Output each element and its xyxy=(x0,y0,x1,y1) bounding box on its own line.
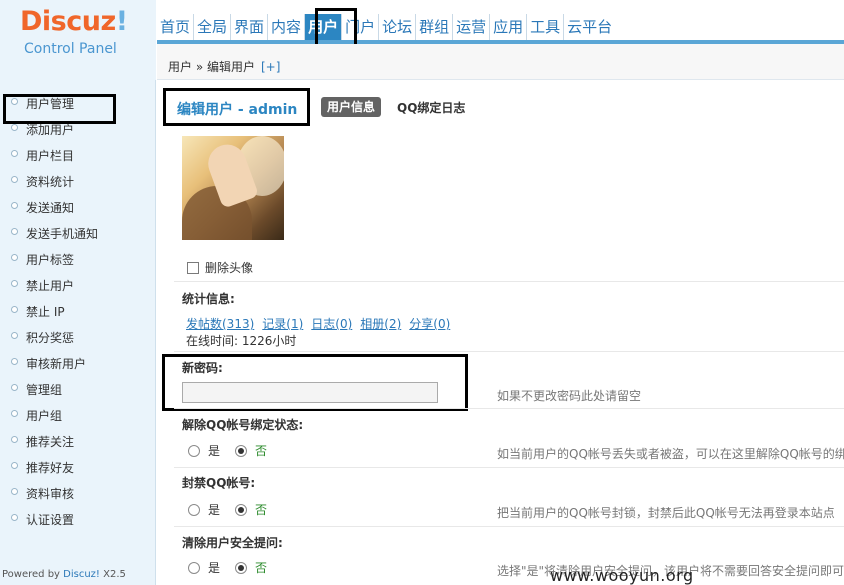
stats-links: 发帖数(313) 记录(1) 日志(0) 相册(2) 分享(0) xyxy=(186,315,450,332)
nav-group[interactable]: 群组 xyxy=(416,14,454,40)
nav-apps[interactable]: 应用 xyxy=(490,14,528,40)
bullet-icon xyxy=(11,280,18,287)
breadcrumb-path: 用户 » 编辑用户 xyxy=(168,60,255,74)
sidebar-menu: 用户管理 添加用户 用户栏目 资料统计 发送通知 发送手机通知 用户标签 禁止用… xyxy=(0,91,156,533)
divider xyxy=(174,351,844,352)
bullet-icon xyxy=(11,332,18,339)
sidebar: 用户管理 添加用户 用户栏目 资料统计 发送通知 发送手机通知 用户标签 禁止用… xyxy=(0,80,156,585)
sidebar-item-ban-user[interactable]: 禁止用户 xyxy=(0,273,156,299)
annotation-box-sidebar xyxy=(3,94,116,124)
main-content: 编辑用户 - admin 用户信息 QQ绑定日志 删除头像 统计信息: 发帖数(… xyxy=(157,81,844,585)
bullet-icon xyxy=(11,124,18,131)
clear-question-radios: 是 否 xyxy=(188,559,282,576)
breadcrumb: 用户 » 编辑用户 [+] xyxy=(168,58,280,75)
bullet-icon xyxy=(11,228,18,235)
sidebar-item-ban-ip[interactable]: 禁止 IP xyxy=(0,299,156,325)
online-time: 在线时间: 1226小时 xyxy=(186,334,297,348)
nav-interface[interactable]: 界面 xyxy=(231,14,269,40)
clear-question-label: 清除用户安全提问: xyxy=(182,536,283,550)
unbind-qq-tip: 如当前用户的QQ帐号丢失或者被盗，可以在这里解除QQ帐号的绑 xyxy=(497,447,844,461)
ban-qq-label: 封禁QQ帐号: xyxy=(182,476,256,490)
sidebar-item-user-tags[interactable]: 用户标签 xyxy=(0,247,156,273)
divider xyxy=(174,281,844,282)
breadcrumb-bar: 用户 » 编辑用户 [+] xyxy=(157,44,844,80)
sidebar-item-user-columns[interactable]: 用户栏目 xyxy=(0,143,156,169)
unbind-no-radio[interactable] xyxy=(235,444,248,457)
password-tip: 如果不更改密码此处请留空 xyxy=(497,389,642,403)
bullet-icon xyxy=(11,202,18,209)
bullet-icon xyxy=(11,358,18,365)
tab-qq-bind-log[interactable]: QQ绑定日志 xyxy=(397,99,465,116)
ban-qq-tip: 把当前用户的QQ帐号封锁，封禁后此QQ帐号无法再登录本站点 xyxy=(497,506,835,520)
sidebar-item-profile-stats[interactable]: 资料统计 xyxy=(0,169,156,195)
nav-content[interactable]: 内容 xyxy=(268,14,306,40)
avatar xyxy=(182,136,284,240)
bullet-icon xyxy=(11,410,18,417)
sidebar-item-profile-review[interactable]: 资料审核 xyxy=(0,481,156,507)
new-password-input[interactable] xyxy=(182,382,438,403)
bullet-icon xyxy=(11,384,18,391)
bullet-icon xyxy=(11,176,18,183)
stat-link-shares[interactable]: 分享(0) xyxy=(409,315,450,332)
sidebar-item-send-notice[interactable]: 发送通知 xyxy=(0,195,156,221)
bullet-icon xyxy=(11,488,18,495)
sidebar-item-moderate-users[interactable]: 审核新用户 xyxy=(0,351,156,377)
divider xyxy=(174,467,844,468)
nav-home[interactable]: 首页 xyxy=(157,14,195,40)
unbind-yes-radio[interactable] xyxy=(188,444,200,457)
top-nav: 首页 全局 界面 内容 用户 门户 论坛 群组 运营 应用 工具 云平台 xyxy=(157,14,615,40)
ban-yes-radio[interactable] xyxy=(188,503,200,516)
logo-subtitle: Control Panel xyxy=(24,41,117,57)
nav-global[interactable]: 全局 xyxy=(194,14,232,40)
bullet-icon xyxy=(11,150,18,157)
logo[interactable]: Discuz! Control Panel xyxy=(0,0,156,80)
page-title: 编辑用户 - admin xyxy=(177,102,298,118)
watermark: www.wooyun.org xyxy=(550,566,694,585)
sidebar-item-admin-groups[interactable]: 管理组 xyxy=(0,377,156,403)
logo-wordmark: Discuz! xyxy=(20,6,128,37)
sidebar-item-verification[interactable]: 认证设置 xyxy=(0,507,156,533)
clear-yes-radio[interactable] xyxy=(188,561,200,574)
bullet-icon xyxy=(11,254,18,261)
stat-link-posts[interactable]: 发帖数(313) xyxy=(186,315,254,332)
breadcrumb-add-button[interactable]: [+] xyxy=(261,60,280,74)
bullet-icon xyxy=(11,306,18,313)
password-label: 新密码: xyxy=(182,361,223,375)
stat-link-blogs[interactable]: 日志(0) xyxy=(311,315,352,332)
divider xyxy=(174,526,844,527)
sidebar-item-recommend-follow[interactable]: 推荐关注 xyxy=(0,429,156,455)
header: Discuz! Control Panel 首页 全局 界面 内容 用户 门户 … xyxy=(0,0,844,80)
nav-cloud[interactable]: 云平台 xyxy=(564,14,615,40)
sidebar-item-user-groups[interactable]: 用户组 xyxy=(0,403,156,429)
nav-tools[interactable]: 工具 xyxy=(527,14,565,40)
tab-user-info[interactable]: 用户信息 xyxy=(321,97,382,117)
powered-by: Powered by Discuz! X2.5 xyxy=(2,569,126,580)
sidebar-item-recommend-friends[interactable]: 推荐好友 xyxy=(0,455,156,481)
delete-avatar-label: 删除头像 xyxy=(205,261,254,275)
clear-no-radio[interactable] xyxy=(235,561,248,574)
divider xyxy=(174,408,844,409)
ban-qq-radios: 是 否 xyxy=(188,501,282,518)
sidebar-item-send-sms[interactable]: 发送手机通知 xyxy=(0,221,156,247)
unbind-qq-label: 解除QQ帐号绑定状态: xyxy=(182,418,304,432)
stats-title: 统计信息: xyxy=(182,292,235,306)
bullet-icon xyxy=(11,462,18,469)
unbind-qq-radios: 是 否 xyxy=(188,442,282,459)
delete-avatar-checkbox[interactable] xyxy=(187,261,199,274)
stat-link-albums[interactable]: 相册(2) xyxy=(360,315,401,332)
nav-operation[interactable]: 运营 xyxy=(453,14,491,40)
delete-avatar-option[interactable]: 删除头像 xyxy=(187,259,253,276)
bullet-icon xyxy=(11,436,18,443)
nav-forum[interactable]: 论坛 xyxy=(379,14,417,40)
sidebar-item-credits[interactable]: 积分奖惩 xyxy=(0,325,156,351)
powered-brand-link[interactable]: Discuz! xyxy=(63,569,100,580)
stat-link-records[interactable]: 记录(1) xyxy=(262,315,303,332)
ban-no-radio[interactable] xyxy=(235,503,248,516)
bullet-icon xyxy=(11,514,18,521)
